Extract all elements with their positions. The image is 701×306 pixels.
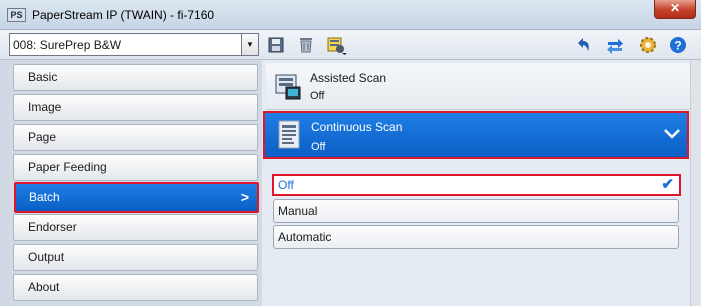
svg-text:?: ?	[674, 39, 681, 53]
setting-continuous-scan[interactable]: Continuous Scan Off	[263, 111, 689, 159]
nav-item-label: About	[28, 280, 60, 294]
settings-panel: Assisted Scan Off Continuous Scan Off Of…	[262, 60, 690, 306]
nav-item-endorser[interactable]: Endorser	[13, 214, 258, 241]
profile-dropdown[interactable]: 008: SurePrep B&W ▼	[9, 33, 259, 56]
swap-icon[interactable]	[605, 35, 625, 55]
toolbar: 008: SurePrep B&W ▼ ?	[0, 30, 701, 60]
option-manual[interactable]: Manual	[273, 199, 679, 223]
nav-item-basic[interactable]: Basic	[13, 64, 258, 91]
setting-value: Off	[310, 90, 325, 102]
nav-item-label: Image	[28, 100, 62, 114]
category-nav: Basic Image Page Paper Feeding Batch > E…	[9, 60, 262, 306]
profile-value: 008: SurePrep B&W	[13, 38, 122, 52]
setting-value: Off	[311, 141, 326, 153]
profile-settings-icon[interactable]	[326, 35, 348, 55]
help-icon[interactable]: ?	[668, 35, 688, 55]
nav-item-label: Paper Feeding	[28, 160, 107, 174]
nav-item-paper-feeding[interactable]: Paper Feeding	[13, 154, 258, 181]
nav-item-image[interactable]: Image	[13, 94, 258, 121]
nav-item-batch[interactable]: Batch >	[14, 182, 259, 213]
app-logo-icon: PS	[7, 8, 26, 22]
dropdown-arrow-icon[interactable]: ▼	[241, 34, 258, 55]
setting-name: Continuous Scan	[311, 120, 403, 134]
gear-icon[interactable]	[638, 35, 658, 55]
chevron-right-icon: >	[240, 189, 249, 205]
undo-icon[interactable]	[573, 35, 593, 55]
nav-item-label: Page	[28, 130, 57, 144]
nav-item-output[interactable]: Output	[13, 244, 258, 271]
assisted-scan-icon	[275, 74, 301, 100]
nav-item-label: Batch	[29, 190, 60, 204]
nav-item-page[interactable]: Page	[13, 124, 258, 151]
window-title: PaperStream IP (TWAIN) - fi-7160	[32, 8, 215, 22]
delete-icon[interactable]	[296, 35, 316, 55]
continuous-scan-icon	[278, 120, 300, 149]
title-bar: PS PaperStream IP (TWAIN) - fi-7160 ✕	[0, 0, 701, 30]
close-button[interactable]: ✕	[654, 0, 696, 19]
option-label: Off	[278, 178, 294, 192]
checkmark-icon: ✔	[661, 176, 674, 193]
setting-assisted-scan[interactable]: Assisted Scan Off	[266, 63, 690, 110]
nav-item-label: Output	[28, 250, 65, 264]
option-label: Automatic	[278, 230, 332, 244]
chevron-down-icon[interactable]	[663, 124, 681, 142]
vertical-scrollbar[interactable]	[690, 60, 701, 306]
nav-item-about[interactable]: About	[13, 274, 258, 301]
option-automatic[interactable]: Automatic	[273, 225, 679, 249]
save-icon[interactable]	[266, 35, 286, 55]
option-off[interactable]: Off ✔	[272, 174, 681, 196]
nav-item-label: Basic	[28, 70, 58, 84]
setting-name: Assisted Scan	[310, 71, 387, 85]
nav-item-label: Endorser	[28, 220, 77, 234]
option-label: Manual	[278, 204, 318, 218]
